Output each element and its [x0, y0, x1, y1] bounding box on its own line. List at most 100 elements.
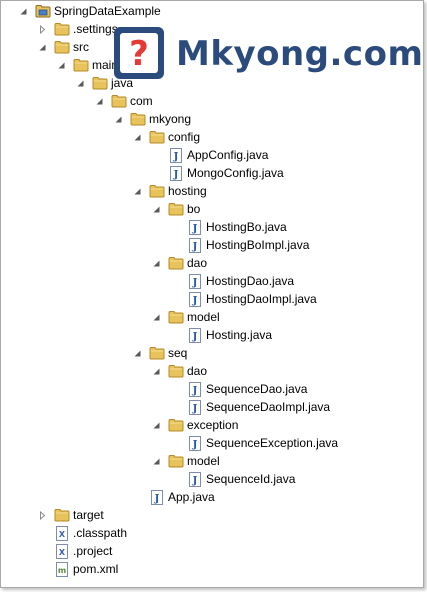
- watermark-logo: ? Mkyong.com: [112, 25, 423, 83]
- tree-node-mkyong[interactable]: mkyong: [1, 110, 421, 128]
- tree-node-dao[interactable]: dao: [1, 254, 421, 272]
- tree-node-pom-xml[interactable]: m pom.xml: [1, 560, 421, 578]
- expanded-arrow-icon[interactable]: [152, 259, 161, 268]
- question-badge-icon: ?: [112, 25, 166, 84]
- folder-icon: [149, 183, 165, 199]
- tree-node-label: pom.xml: [73, 562, 119, 576]
- project-explorer-panel: SpringDataExample .settings src main java com…: [0, 0, 424, 588]
- tree-node-app-java[interactable]: J App.java: [1, 488, 421, 506]
- tree-node-config[interactable]: config: [1, 128, 421, 146]
- svg-text:J: J: [154, 493, 160, 504]
- tree-node-model[interactable]: model: [1, 308, 421, 326]
- expanded-arrow-icon[interactable]: [76, 79, 85, 88]
- tree-node-sequencedaoimpl-java[interactable]: J SequenceDaoImpl.java: [1, 398, 421, 416]
- tree-node-hosting-java[interactable]: J Hosting.java: [1, 326, 421, 344]
- tree-node-label: HostingBo.java: [206, 220, 287, 234]
- xml-file-icon: X: [54, 525, 70, 541]
- tree-node-target[interactable]: target: [1, 506, 421, 524]
- svg-text:J: J: [192, 475, 198, 486]
- expanded-arrow-icon[interactable]: [38, 43, 47, 52]
- folder-icon: [130, 111, 146, 127]
- tree-node-mongoconfig-java[interactable]: J MongoConfig.java: [1, 164, 421, 182]
- svg-text:J: J: [192, 241, 198, 252]
- expanded-arrow-icon[interactable]: [152, 421, 161, 430]
- folder-icon: [73, 57, 89, 73]
- tree-node-exception[interactable]: exception: [1, 416, 421, 434]
- folder-icon: [168, 363, 184, 379]
- collapsed-arrow-icon[interactable]: [38, 510, 47, 520]
- tree-node-label: config: [168, 130, 201, 144]
- folder-icon: [54, 39, 70, 55]
- tree-node-label: SequenceId.java: [206, 472, 296, 486]
- java-file-icon: J: [168, 165, 184, 181]
- svg-text:J: J: [173, 151, 179, 162]
- tree-node-model[interactable]: model: [1, 452, 421, 470]
- folder-icon: [149, 345, 165, 361]
- expanded-arrow-icon[interactable]: [152, 205, 161, 214]
- tree-node-springdataexample[interactable]: SpringDataExample: [1, 2, 421, 20]
- expanded-arrow-icon[interactable]: [114, 115, 123, 124]
- java-file-icon: J: [187, 399, 203, 415]
- tree-node-hostingdao-java[interactable]: J HostingDao.java: [1, 272, 421, 290]
- folder-icon: [54, 507, 70, 523]
- tree-node-bo[interactable]: bo: [1, 200, 421, 218]
- tree-node-seq[interactable]: seq: [1, 344, 421, 362]
- svg-text:J: J: [192, 277, 198, 288]
- tree-node-com[interactable]: com: [1, 92, 421, 110]
- tree-node-project[interactable]: X .project: [1, 542, 421, 560]
- expanded-arrow-icon[interactable]: [57, 61, 66, 70]
- expanded-arrow-icon[interactable]: [152, 313, 161, 322]
- tree-node-label: SequenceDao.java: [206, 382, 308, 396]
- tree-node-hostingbo-java[interactable]: J HostingBo.java: [1, 218, 421, 236]
- java-file-icon: J: [187, 435, 203, 451]
- folder-icon: [54, 21, 70, 37]
- tree-node-hostingboimpl-java[interactable]: J HostingBoImpl.java: [1, 236, 421, 254]
- svg-text:J: J: [173, 169, 179, 180]
- svg-text:X: X: [59, 548, 66, 557]
- tree-node-label: HostingDaoImpl.java: [206, 292, 317, 306]
- tree-node-dao[interactable]: dao: [1, 362, 421, 380]
- tree-node-label: .project: [73, 544, 113, 558]
- folder-icon: [168, 453, 184, 469]
- tree-node-label: MongoConfig.java: [187, 166, 284, 180]
- pom-file-icon: m: [54, 561, 70, 577]
- folder-icon: [92, 75, 108, 91]
- collapsed-arrow-icon[interactable]: [38, 24, 47, 34]
- tree-node-sequenceid-java[interactable]: J SequenceId.java: [1, 470, 421, 488]
- tree-node-sequencedao-java[interactable]: J SequenceDao.java: [1, 380, 421, 398]
- svg-text:J: J: [192, 439, 198, 450]
- tree-node-hostingdaoimpl-java[interactable]: J HostingDaoImpl.java: [1, 290, 421, 308]
- expanded-arrow-icon[interactable]: [133, 349, 142, 358]
- expanded-arrow-icon[interactable]: [152, 367, 161, 376]
- tree-node-label: HostingDao.java: [206, 274, 295, 288]
- tree-node-appconfig-java[interactable]: J AppConfig.java: [1, 146, 421, 164]
- tree-node-label: Hosting.java: [206, 328, 273, 342]
- tree-node-label: AppConfig.java: [187, 148, 269, 162]
- tree-node-label: dao: [187, 364, 208, 378]
- tree-node-classpath[interactable]: X .classpath: [1, 524, 421, 542]
- tree-node-sequenceexception-java[interactable]: J SequenceException.java: [1, 434, 421, 452]
- expanded-arrow-icon[interactable]: [152, 457, 161, 466]
- expanded-arrow-icon[interactable]: [133, 187, 142, 196]
- expanded-arrow-icon[interactable]: [133, 133, 142, 142]
- svg-text:J: J: [192, 385, 198, 396]
- folder-icon: [149, 129, 165, 145]
- logo-text: Mkyong.com: [176, 34, 424, 74]
- expanded-arrow-icon[interactable]: [19, 7, 28, 16]
- expanded-arrow-icon[interactable]: [95, 97, 104, 106]
- folder-icon: [168, 309, 184, 325]
- folder-icon: [168, 255, 184, 271]
- svg-text:J: J: [192, 331, 198, 342]
- tree-node-hosting[interactable]: hosting: [1, 182, 421, 200]
- java-file-icon: J: [187, 273, 203, 289]
- tree-node-label: bo: [187, 202, 201, 216]
